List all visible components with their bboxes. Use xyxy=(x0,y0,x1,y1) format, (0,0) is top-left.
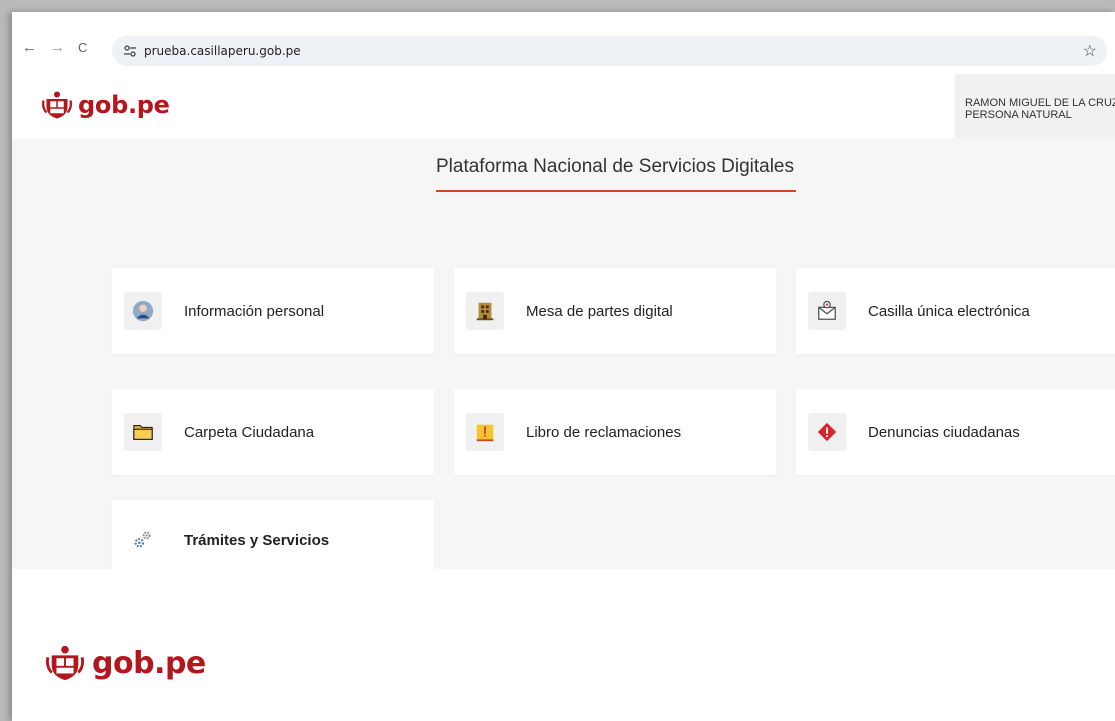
logo-text: gob.pe xyxy=(78,91,170,119)
building-icon xyxy=(476,302,494,321)
gob-pe-logo[interactable]: gob.pe xyxy=(42,90,170,120)
peru-shield-icon xyxy=(46,645,84,681)
user-name: RAMON MIGUEL DE LA CRUZ xyxy=(965,97,1115,109)
card-icon-box xyxy=(124,292,162,330)
card-mesa-de-partes[interactable]: Mesa de partes digital xyxy=(454,268,776,354)
person-icon xyxy=(132,300,154,322)
site-header: gob.pe RAMON MIGUEL DE LA CRUZ PERSONA N… xyxy=(12,74,1115,140)
footer-logo-text: gob.pe xyxy=(92,645,206,681)
forward-arrow-icon[interactable]: → xyxy=(50,40,65,56)
card-icon-box xyxy=(124,521,162,559)
peru-shield-icon xyxy=(42,91,72,119)
card-label: Casilla única electrónica xyxy=(868,302,1030,320)
complaint-book-icon xyxy=(476,424,494,442)
card-icon-box xyxy=(466,413,504,451)
card-label: Mesa de partes digital xyxy=(526,302,673,320)
card-libro-reclamaciones[interactable]: Libro de reclamaciones xyxy=(454,389,776,475)
card-label: Trámites y Servicios xyxy=(184,531,330,549)
site-settings-icon[interactable] xyxy=(122,43,138,59)
title-underline xyxy=(436,190,796,192)
card-label: Carpeta Ciudadana xyxy=(184,423,315,441)
card-denuncias-ciudadanas[interactable]: Denuncias ciudadanas xyxy=(796,389,1115,475)
reload-icon[interactable]: C xyxy=(78,40,87,56)
card-casilla-unica[interactable]: Casilla única electrónica xyxy=(796,268,1115,354)
card-carpeta-ciudadana[interactable]: Carpeta Ciudadana xyxy=(112,389,434,475)
address-bar[interactable]: prueba.casillaperu.gob.pe ☆ xyxy=(112,36,1107,66)
back-arrow-icon[interactable]: ← xyxy=(22,40,37,56)
card-tramites-servicios[interactable]: Trámites y Servicios xyxy=(112,500,434,580)
card-icon-box xyxy=(124,413,162,451)
card-icon-box xyxy=(808,292,846,330)
bookmark-star-icon[interactable]: ☆ xyxy=(1083,41,1097,61)
card-label: Información personal xyxy=(184,302,325,320)
card-label: Denuncias ciudadanas xyxy=(868,423,1020,441)
folder-icon xyxy=(133,425,153,440)
mail-icon xyxy=(818,300,836,320)
alert-icon xyxy=(817,422,837,442)
url-text[interactable]: prueba.casillaperu.gob.pe xyxy=(144,44,301,58)
gob-pe-footer-logo[interactable]: gob.pe xyxy=(46,644,206,682)
card-label: Libro de reclamaciones xyxy=(526,423,682,441)
browser-window: ← → C prueba.casillaperu.gob.pe ☆ gob.pe… xyxy=(12,12,1115,721)
card-icon-box xyxy=(466,292,504,330)
card-informacion-personal[interactable]: Información personal xyxy=(112,268,434,354)
site-footer: gob.pe xyxy=(12,569,1115,721)
main-content: Plataforma Nacional de Servicios Digital… xyxy=(12,139,1115,580)
page-title: Plataforma Nacional de Servicios Digital… xyxy=(436,156,794,177)
user-menu[interactable]: RAMON MIGUEL DE LA CRUZ PERSONA NATURAL xyxy=(955,74,1115,139)
browser-toolbar: ← → C prueba.casillaperu.gob.pe ☆ xyxy=(12,12,1115,75)
card-icon-box xyxy=(808,413,846,451)
gears-icon xyxy=(134,531,151,548)
user-type: PERSONA NATURAL xyxy=(965,109,1072,121)
